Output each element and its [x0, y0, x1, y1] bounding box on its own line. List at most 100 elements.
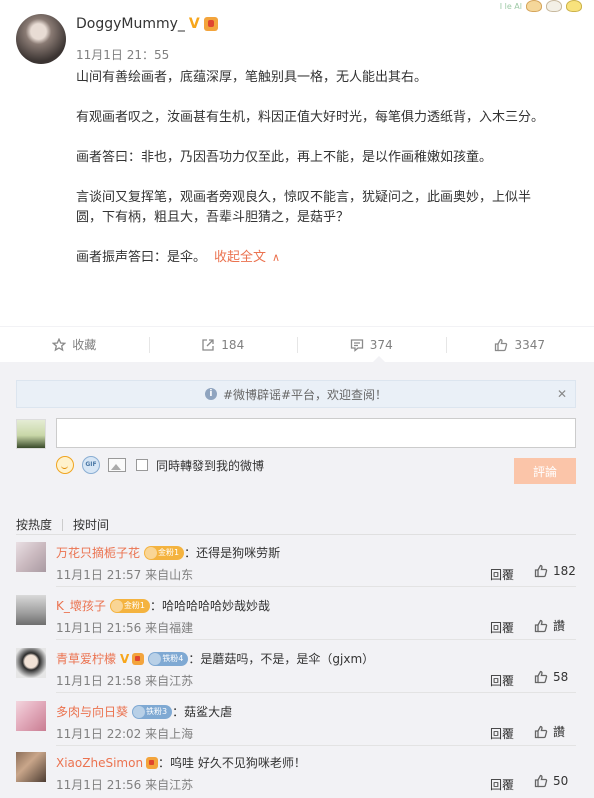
post-paragraph-last: 画者振声答曰：是伞。 收起全文 ∧: [76, 248, 556, 268]
thumbs-up-icon: [495, 338, 508, 351]
star-icon: [52, 337, 67, 351]
comment-location: 来自山东: [145, 568, 194, 582]
reply-button[interactable]: 回覆: [490, 672, 514, 689]
favorite-label: 收藏: [72, 338, 97, 352]
commenter-name[interactable]: XiaoZheSimon: [56, 756, 143, 770]
submit-comment-button[interactable]: 評論: [514, 458, 576, 484]
post-timestamp[interactable]: 11月1日 21：55: [76, 46, 169, 63]
divider: [56, 586, 576, 587]
repost-button[interactable]: 184: [148, 327, 298, 362]
comment-like-button[interactable]: 50: [534, 774, 568, 788]
decoration-card: I le Al: [500, 0, 582, 12]
repost-count: 184: [221, 337, 245, 352]
divider: [56, 745, 576, 746]
reply-button[interactable]: 回覆: [490, 619, 514, 636]
comment-meta: 11月1日 22:02 来自上海: [56, 725, 193, 742]
like-button[interactable]: 3347: [445, 327, 594, 362]
thumbs-up-icon: [534, 725, 548, 738]
divider: [56, 639, 576, 640]
post-paragraph: 言谈间又复挥笔，观画者旁观良久，惊叹不能言，犹疑问之，此画奥妙，上似半圆，下有柄…: [76, 190, 532, 225]
commenter-avatar[interactable]: [16, 701, 46, 731]
comment-text: ：是蘑菇吗，不是，是伞（gjxm）: [188, 652, 375, 666]
divider: [56, 692, 576, 693]
comment-input[interactable]: [56, 418, 576, 448]
commenter-avatar[interactable]: [16, 752, 46, 782]
bun-icon: [546, 0, 562, 12]
commenter-avatar[interactable]: [16, 595, 46, 625]
comment-meta: 11月1日 21:56 来自江苏: [56, 776, 193, 793]
comment-like-button[interactable]: 58: [534, 670, 568, 684]
fan-badge[interactable]: 铁粉4: [148, 651, 189, 666]
commenter-name[interactable]: K_壞孩子: [56, 597, 106, 614]
comment-text: ：菇鲨大虐: [172, 705, 233, 719]
chevron-up-icon[interactable]: ∧: [272, 251, 280, 264]
like-count: 3347: [514, 337, 546, 352]
verified-icon: V: [188, 16, 200, 32]
repost-icon: [202, 338, 214, 351]
comment-meta: 11月1日 21:58 来自江苏: [56, 672, 193, 689]
commenter-name[interactable]: 青草爱柠檬: [56, 650, 116, 667]
post-paragraph: 有观画者叹之，汝画甚有生机，料因正值大好时光，每笔俱力透纸背，入木三分。: [76, 110, 545, 125]
comment-text: ：哈哈哈哈哈妙哉妙哉: [149, 599, 270, 613]
comment-text: ：还得是狗咪劳斯: [184, 546, 281, 560]
thumbs-up-icon: [534, 774, 548, 788]
post-paragraph: 画者答曰：非也，乃因吾功力仅至此，再上不能，是以作画稚嫩如孩童。: [76, 150, 493, 165]
comment-icon: [350, 338, 363, 352]
image-icon[interactable]: [108, 458, 126, 472]
sort-bar: 按热度 按时间: [16, 516, 109, 533]
post-paragraph-text: 画者振声答曰：是伞。: [76, 250, 207, 265]
collapse-link[interactable]: 收起全文: [214, 250, 266, 265]
author-avatar[interactable]: [16, 14, 66, 64]
divider: [16, 534, 576, 535]
decoration-text: I le Al: [499, 1, 522, 11]
comment-like-count: 讚: [553, 725, 566, 739]
comment-like-button[interactable]: 讚: [534, 617, 565, 634]
comment-like-button[interactable]: 182: [534, 564, 576, 578]
repost-checkbox[interactable]: [136, 459, 148, 471]
thumbs-up-icon: [534, 619, 548, 632]
fan-badge[interactable]: 金粉1: [144, 545, 185, 560]
emoji-icon[interactable]: [56, 456, 74, 474]
member-icon: [146, 756, 159, 769]
gif-icon[interactable]: GIF: [82, 456, 100, 474]
repost-checkbox-label[interactable]: 同時轉發到我的微博: [156, 457, 264, 474]
reply-button[interactable]: 回覆: [490, 725, 514, 742]
comment-line: K_壞孩子 金粉1 ：哈哈哈哈哈妙哉妙哉: [56, 597, 270, 614]
reply-button[interactable]: 回覆: [490, 776, 514, 793]
comment-time: 11月1日 21:56: [56, 778, 142, 792]
comment-like-count: 58: [553, 670, 569, 684]
commenter-avatar[interactable]: [16, 542, 46, 572]
sort-by-hot[interactable]: 按热度: [16, 516, 52, 533]
comment-location: 来自福建: [145, 621, 194, 635]
commenter-name[interactable]: 万花只摘栀子花: [56, 544, 140, 561]
close-icon[interactable]: ✕: [557, 387, 567, 401]
divider: [62, 518, 64, 531]
comment-like-button[interactable]: 讚: [534, 723, 565, 740]
comment-time: 11月1日 21:58: [56, 674, 142, 688]
post-action-bar: 收藏 184 374 3347: [0, 326, 594, 362]
comment-like-count: 讚: [553, 619, 566, 633]
notice-text[interactable]: #微博辟谣#平台，欢迎查阅！: [223, 386, 387, 403]
comment-meta: 11月1日 21:57 来自山东: [56, 566, 193, 583]
post-paragraph: 山间有善绘画者，底蕴深厚，笔触别具一格，无人能出其右。: [76, 70, 428, 85]
comment-line: 青草爱柠檬 V 铁粉4 ：是蘑菇吗，不是，是伞（gjxm）: [56, 650, 374, 667]
fan-badge[interactable]: 金粉1: [109, 598, 150, 613]
comment-location: 来自江苏: [145, 674, 194, 688]
comment-time: 11月1日 22:02: [56, 727, 142, 741]
weibo-post: DoggyMummy_ V 11月1日 21：55 I le Al 山间有善绘画…: [0, 0, 594, 326]
member-icon: [132, 652, 145, 665]
comment-location: 来自上海: [145, 727, 194, 741]
comment-section: i #微博辟谣#平台，欢迎查阅！ ✕ GIF 同時轉發到我的微博 評論 按热度 …: [0, 362, 594, 798]
favorite-button[interactable]: 收藏: [0, 327, 149, 362]
author-name[interactable]: DoggyMummy_: [76, 16, 185, 32]
my-avatar[interactable]: [16, 419, 46, 449]
post-body: 山间有善绘画者，底蕴深厚，笔触别具一格，无人能出其右。 有观画者叹之，汝画甚有生…: [76, 68, 556, 268]
verified-icon: V: [120, 651, 130, 666]
reply-button[interactable]: 回覆: [490, 566, 514, 583]
thumbs-up-icon: [534, 564, 548, 578]
sort-by-time[interactable]: 按时间: [73, 516, 109, 533]
info-icon: i: [204, 388, 217, 400]
fan-badge[interactable]: 铁粉3: [132, 704, 173, 719]
commenter-name[interactable]: 多肉与向日葵: [56, 703, 128, 720]
commenter-avatar[interactable]: [16, 648, 46, 678]
